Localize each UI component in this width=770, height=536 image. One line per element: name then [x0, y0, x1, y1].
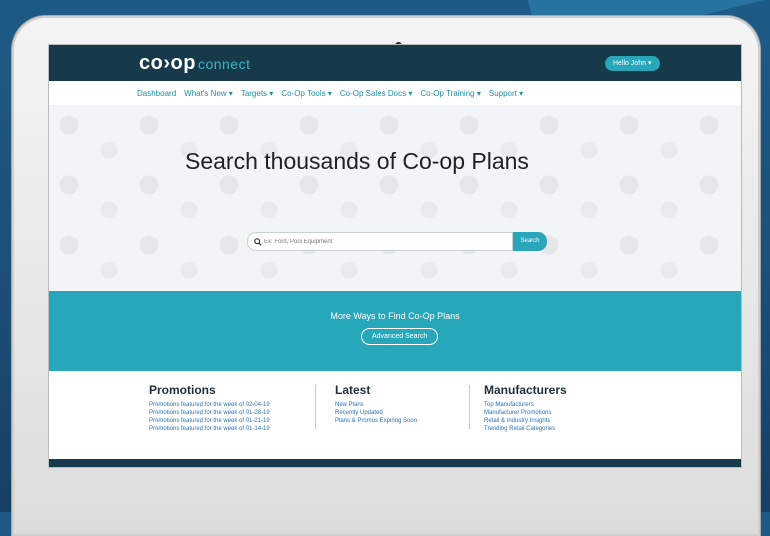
promotions-link[interactable]: Promotions featured for the week of 02-0…	[149, 401, 270, 409]
promotions-column: Promotions Promotions featured for the w…	[149, 383, 270, 433]
menu-item-dashboard[interactable]: Dashboard	[137, 89, 176, 98]
logo[interactable]: co›op connect	[139, 52, 250, 75]
laptop-screen: co›op connect Hello John ▾ Dashboard What…	[48, 44, 742, 468]
logo-main: co›op	[139, 52, 196, 74]
promotions-link[interactable]: Promotions featured for the week of 01-1…	[149, 425, 270, 433]
latest-link[interactable]: Recently Updated	[335, 409, 417, 417]
manufacturers-link[interactable]: Trending Retail Categories	[484, 425, 567, 433]
menu-item-whats-new[interactable]: What's New ▾	[184, 89, 233, 98]
logo-sub: connect	[197, 56, 251, 72]
user-menu-button[interactable]: Hello John ▾	[605, 56, 660, 71]
latest-link[interactable]: New Plans	[335, 401, 417, 409]
hero-title: Search thousands of Co-op Plans	[185, 148, 529, 174]
column-divider	[469, 385, 470, 429]
search-button[interactable]: Search	[513, 232, 547, 251]
promotions-title: Promotions	[149, 383, 216, 397]
hero-section: Search thousands of Co-op Plans Search	[49, 105, 741, 291]
latest-column: Latest New Plans Recently Updated Plans …	[335, 383, 417, 425]
top-navbar: co›op connect Hello John ▾	[49, 45, 741, 81]
promotions-link[interactable]: Promotions featured for the week of 01-2…	[149, 409, 270, 417]
search-input[interactable]	[262, 237, 506, 246]
more-ways-band: More Ways to Find Co-Op Plans Advanced S…	[49, 291, 741, 371]
band-title: More Ways to Find Co-Op Plans	[330, 311, 460, 321]
latest-link[interactable]: Plans & Promos Expiring Soon	[335, 417, 417, 425]
search-icon	[254, 237, 262, 246]
manufacturers-link[interactable]: Manufacturer Promotions	[484, 409, 567, 417]
menu-item-targets[interactable]: Targets ▾	[241, 89, 273, 98]
search-field[interactable]	[247, 232, 513, 251]
manufacturers-column: Manufacturers Top Manufacturers Manufact…	[484, 383, 567, 433]
menu-item-coop-training[interactable]: Co-Op Training ▾	[420, 89, 480, 98]
menu-item-coop-sales-docs[interactable]: Co-Op Sales Docs ▾	[340, 89, 412, 98]
latest-title: Latest	[335, 383, 371, 397]
footer-bar	[49, 459, 741, 467]
menu-item-coop-tools[interactable]: Co-Op Tools ▾	[281, 89, 332, 98]
main-menu: Dashboard What's New ▾ Targets ▾ Co-Op T…	[137, 89, 523, 98]
promotions-link[interactable]: Promotions featured for the week of 01-2…	[149, 417, 270, 425]
manufacturers-link[interactable]: Top Manufacturers	[484, 401, 567, 409]
advanced-search-button[interactable]: Advanced Search	[361, 328, 439, 345]
links-section: Promotions Promotions featured for the w…	[49, 371, 741, 459]
manufacturers-title: Manufacturers	[484, 383, 567, 397]
menu-item-support[interactable]: Support ▾	[489, 89, 523, 98]
manufacturers-link[interactable]: Retail & Industry Insights	[484, 417, 567, 425]
search-bar: Search	[247, 232, 547, 251]
column-divider	[315, 385, 316, 429]
